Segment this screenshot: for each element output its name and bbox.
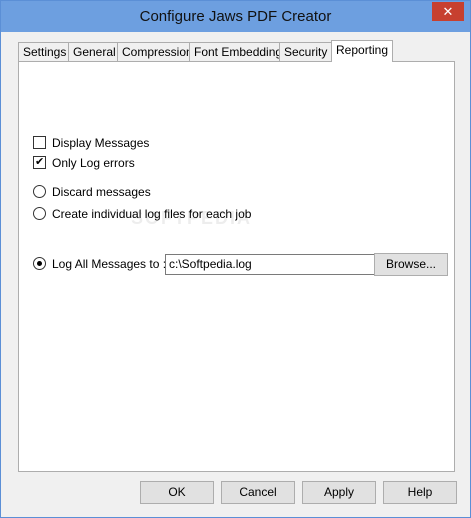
only-log-errors-checkbox[interactable] — [33, 154, 46, 170]
display-messages-option[interactable]: Display Messages — [33, 135, 149, 151]
individual-logs-radio[interactable] — [33, 207, 46, 220]
close-icon: ✕ — [442, 4, 454, 19]
dialog-body: Settings General Compression Font Embedd… — [8, 32, 463, 510]
discard-messages-option[interactable]: Discard messages — [33, 184, 151, 200]
tab-label: General — [73, 45, 116, 59]
only-log-errors-option[interactable]: Only Log errors — [33, 154, 135, 171]
window-title: Configure Jaws PDF Creator — [139, 8, 332, 25]
help-button[interactable]: Help — [383, 481, 457, 504]
individual-logs-option[interactable]: Create individual log files for each job — [33, 206, 251, 222]
display-messages-checkbox[interactable] — [33, 136, 46, 149]
cancel-button[interactable]: Cancel — [221, 481, 295, 504]
close-button[interactable]: ✕ — [432, 2, 464, 21]
log-all-radio[interactable] — [33, 257, 46, 270]
discard-messages-label: Discard messages — [52, 185, 151, 199]
tab-font-embedding[interactable]: Font Embedding — [189, 42, 288, 61]
individual-logs-label: Create individual log files for each job — [52, 207, 252, 221]
log-all-label: Log All Messages to : — [52, 257, 167, 271]
display-messages-label: Display Messages — [52, 136, 150, 150]
tab-reporting[interactable]: Reporting — [331, 40, 394, 62]
only-log-errors-label: Only Log errors — [52, 156, 135, 170]
title-bar[interactable]: Configure Jaws PDF Creator ✕ — [1, 1, 470, 32]
discard-messages-radio[interactable] — [33, 185, 46, 198]
apply-button[interactable]: Apply — [302, 481, 376, 504]
tab-compression[interactable]: Compression — [117, 42, 198, 61]
tab-security[interactable]: Security — [279, 42, 333, 61]
dialog-window: Configure Jaws PDF Creator ✕ Settings Ge… — [0, 0, 471, 518]
log-file-path-input[interactable]: c:\Softpedia.log — [165, 254, 375, 275]
ok-button[interactable]: OK — [140, 481, 214, 504]
tab-label: Compression — [122, 45, 193, 59]
tab-label: Reporting — [336, 43, 389, 57]
tab-label: Settings — [23, 45, 67, 59]
tab-settings[interactable]: Settings — [18, 42, 72, 61]
browse-button[interactable]: Browse... — [374, 253, 448, 276]
tab-label: Security — [284, 45, 328, 59]
tab-label: Font Embedding — [194, 45, 283, 59]
log-all-option[interactable]: Log All Messages to : — [33, 256, 166, 272]
reporting-panel: SOFTPEDIA Display Messages Only Log erro… — [18, 61, 455, 472]
tab-general[interactable]: General — [68, 42, 121, 61]
